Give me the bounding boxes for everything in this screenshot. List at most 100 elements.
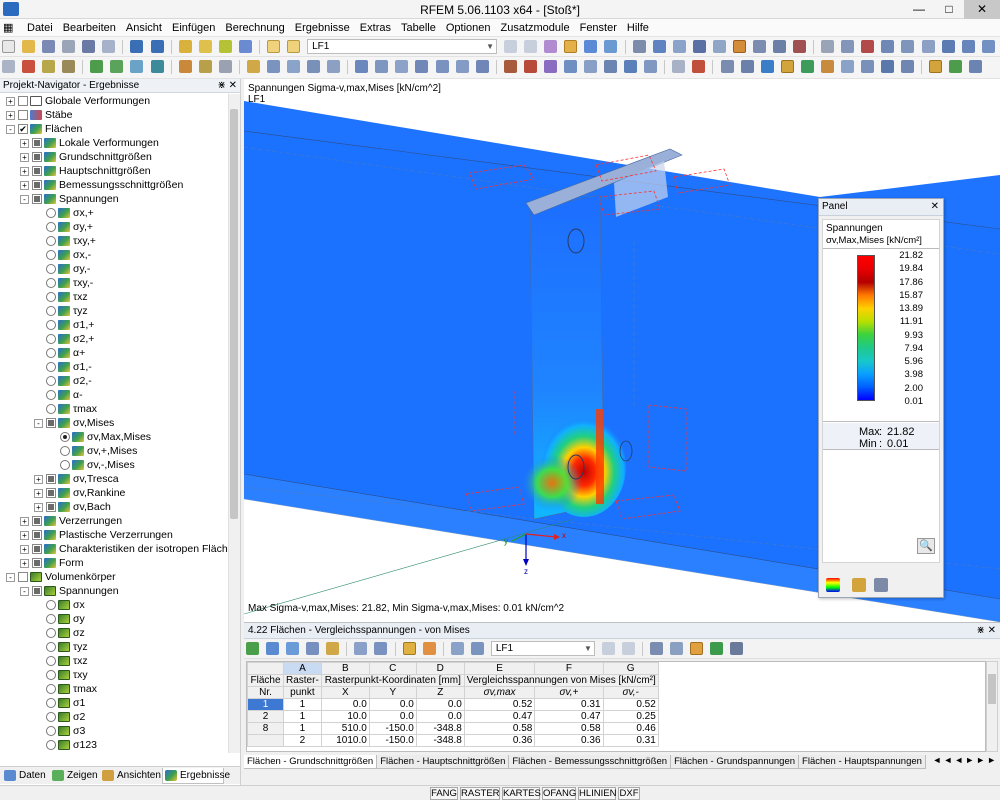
table-row[interactable]: 8 1 510.0 -150.0 -348.8 0.58 0.58 0.46 bbox=[247, 722, 659, 735]
calculate-all-icon[interactable] bbox=[198, 40, 212, 53]
menu-hilfe[interactable]: Hilfe bbox=[622, 19, 654, 36]
radio-button[interactable] bbox=[46, 208, 56, 219]
cell-sigma-plus[interactable]: 0.47 bbox=[534, 710, 604, 723]
coordinate-icon[interactable] bbox=[395, 60, 409, 73]
zoom-icon[interactable] bbox=[881, 40, 895, 53]
results-on-off-icon[interactable] bbox=[218, 40, 232, 53]
radio-button[interactable] bbox=[46, 642, 56, 653]
tool-o-icon[interactable] bbox=[800, 60, 814, 73]
tool-i-icon[interactable] bbox=[672, 60, 686, 73]
radio-button[interactable] bbox=[46, 306, 56, 317]
tree-item[interactable]: τmax bbox=[34, 682, 97, 696]
tool-f-icon[interactable] bbox=[604, 60, 618, 73]
member-view-icon[interactable] bbox=[632, 40, 646, 53]
sheet-tab-hauptschnittgroessen[interactable]: Flächen - Hauptschnittgrößen bbox=[376, 755, 510, 769]
cell-sigma-minus[interactable]: 0.46 bbox=[602, 722, 659, 735]
wireframe-icon[interactable] bbox=[773, 40, 786, 53]
tree-item[interactable]: + σv,Bach bbox=[34, 500, 111, 514]
tool-k-icon[interactable] bbox=[720, 60, 734, 73]
col-letter-d[interactable]: D bbox=[415, 662, 465, 675]
color-scale-icon[interactable] bbox=[826, 578, 840, 592]
section-icon[interactable] bbox=[652, 40, 666, 53]
expand-icon[interactable]: + bbox=[34, 502, 43, 512]
menu-optionen[interactable]: Optionen bbox=[441, 19, 496, 36]
tree-item[interactable]: - Spannungen bbox=[20, 192, 119, 206]
view-y-icon[interactable] bbox=[961, 40, 975, 53]
tree-item[interactable]: τxz bbox=[34, 290, 88, 304]
table-row[interactable]: 2 1010.0 -150.0 -348.8 0.36 0.36 0.31 bbox=[247, 734, 659, 747]
status-ofang[interactable]: OFANG bbox=[542, 787, 576, 800]
checkbox[interactable] bbox=[32, 558, 42, 569]
expand-icon[interactable]: + bbox=[20, 558, 29, 568]
member-load-icon[interactable] bbox=[198, 60, 212, 73]
table-tool-3-icon[interactable] bbox=[286, 642, 300, 655]
checkbox[interactable] bbox=[32, 586, 42, 597]
radio-button[interactable] bbox=[46, 236, 56, 247]
tool-h-icon[interactable] bbox=[644, 60, 658, 73]
cell-z[interactable]: -348.8 bbox=[415, 722, 465, 735]
settings-icon[interactable] bbox=[874, 578, 888, 592]
cell-z[interactable]: 0.0 bbox=[415, 710, 465, 723]
expand-icon[interactable]: + bbox=[34, 474, 43, 484]
tree-item[interactable]: τxy bbox=[34, 668, 88, 682]
tree-item[interactable]: σ1,- bbox=[34, 360, 92, 374]
radio-button[interactable] bbox=[46, 264, 56, 275]
checkbox[interactable] bbox=[32, 544, 42, 555]
table-tool-11-icon[interactable] bbox=[470, 642, 484, 655]
sheet-nav-arrows-icon[interactable]: ◄◄◄►►► bbox=[933, 755, 998, 765]
radio-button[interactable] bbox=[46, 362, 56, 373]
table-tool-8-icon[interactable] bbox=[402, 642, 416, 655]
render-icon[interactable] bbox=[752, 40, 766, 53]
radio-button[interactable] bbox=[46, 726, 56, 737]
cell-sigma-plus[interactable]: 0.31 bbox=[534, 698, 604, 711]
expand-icon[interactable]: + bbox=[20, 166, 29, 176]
radio-button[interactable] bbox=[46, 712, 56, 723]
tree-item[interactable]: α- bbox=[34, 388, 83, 402]
cell-sigma-max[interactable]: 0.58 bbox=[463, 722, 536, 735]
tree-item[interactable]: σv,Max,Mises bbox=[48, 430, 151, 444]
cell-sigma-minus[interactable]: 0.25 bbox=[602, 710, 659, 723]
animation-icon[interactable] bbox=[604, 40, 618, 53]
col-letter-c[interactable]: C bbox=[368, 662, 417, 675]
view-z-icon[interactable] bbox=[981, 40, 995, 53]
radio-button[interactable] bbox=[46, 348, 56, 359]
checkbox[interactable] bbox=[46, 488, 56, 499]
tool-w-icon[interactable] bbox=[969, 60, 983, 73]
checkbox[interactable] bbox=[32, 138, 42, 149]
menu-ergebnisse[interactable]: Ergebnisse bbox=[290, 19, 355, 36]
toggle-table-icon[interactable] bbox=[287, 40, 300, 53]
tool-t-icon[interactable] bbox=[901, 60, 915, 73]
collapse-icon[interactable]: - bbox=[6, 572, 15, 582]
cell-z[interactable]: -348.8 bbox=[415, 734, 465, 747]
table-scrollbar[interactable] bbox=[986, 661, 998, 752]
table-scroll-thumb[interactable] bbox=[988, 674, 996, 704]
cell-x[interactable]: 0.0 bbox=[320, 698, 370, 711]
system-menu-icon[interactable]: ▦ bbox=[0, 20, 22, 36]
tree-item[interactable]: + Form bbox=[20, 556, 84, 570]
checkbox[interactable] bbox=[32, 530, 42, 541]
status-dxf[interactable]: DXF bbox=[618, 787, 640, 800]
tree-item[interactable]: σx,+ bbox=[34, 206, 94, 220]
workplane-icon[interactable] bbox=[375, 60, 389, 73]
member-icon[interactable] bbox=[42, 60, 56, 73]
table-loadcase-combo[interactable]: LF1 ▼ bbox=[490, 641, 595, 656]
line-support-icon[interactable] bbox=[150, 60, 164, 73]
tree-item[interactable]: σv,+,Mises bbox=[48, 444, 137, 458]
radio-button[interactable] bbox=[46, 670, 56, 681]
table-results-icon[interactable] bbox=[690, 642, 704, 655]
tree-item[interactable]: + Hauptschnittgrößen bbox=[20, 164, 151, 178]
tree-item[interactable]: τmax bbox=[34, 402, 97, 416]
menu-extras[interactable]: Extras bbox=[355, 19, 396, 36]
tree-item[interactable]: α+ bbox=[34, 346, 85, 360]
col-letter-a[interactable]: A bbox=[283, 662, 322, 675]
menu-einfuegen[interactable]: Einfügen bbox=[167, 19, 220, 36]
tool-p-icon[interactable] bbox=[820, 60, 834, 73]
measure-icon[interactable] bbox=[821, 40, 835, 53]
clipping-icon[interactable] bbox=[327, 60, 341, 73]
tree-item[interactable]: + Charakteristiken der isotropen Fläche bbox=[20, 542, 228, 556]
radio-button[interactable] bbox=[46, 614, 56, 625]
solid-icon[interactable] bbox=[90, 60, 104, 73]
panel-close-icon[interactable]: ✕ bbox=[931, 199, 939, 215]
table-prev-icon[interactable] bbox=[601, 642, 615, 655]
cell-y[interactable]: 0.0 bbox=[368, 710, 417, 723]
